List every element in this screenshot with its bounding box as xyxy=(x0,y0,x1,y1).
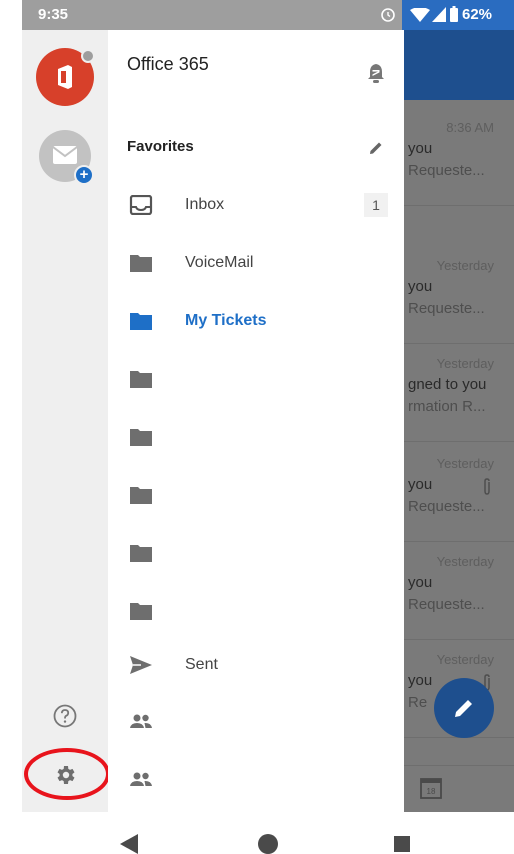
system-nav-bar xyxy=(0,812,514,854)
folder-label: VoiceMail xyxy=(185,254,254,271)
mail-app-bar xyxy=(404,30,514,100)
do-not-disturb-bell-icon[interactable] xyxy=(366,62,386,84)
compose-button[interactable] xyxy=(434,678,494,738)
unread-count-badge: 1 xyxy=(364,193,388,217)
folder-row-my-tickets[interactable]: My Tickets xyxy=(108,298,404,346)
message-item[interactable]: Yesterday you Requeste... xyxy=(404,446,514,542)
group-row[interactable] xyxy=(108,698,404,746)
message-subject: you xyxy=(408,476,433,493)
message-preview: Requeste... xyxy=(408,596,485,613)
message-time: Yesterday xyxy=(436,652,494,667)
add-account-avatar[interactable]: + xyxy=(39,130,94,185)
mail-icon xyxy=(53,146,77,164)
folder-row[interactable] xyxy=(108,530,404,578)
folder-icon xyxy=(130,603,152,620)
edit-favorites-pencil-icon[interactable] xyxy=(368,140,384,156)
message-time: Yesterday xyxy=(436,258,494,273)
battery-icon xyxy=(450,6,458,22)
message-subject: you xyxy=(408,574,433,591)
message-subject: you xyxy=(408,140,433,157)
folder-row[interactable] xyxy=(108,588,404,636)
attachment-icon xyxy=(484,478,490,495)
send-icon xyxy=(130,656,152,674)
message-item[interactable]: Yesterday you Requeste... xyxy=(404,248,514,344)
account-status-dot xyxy=(81,49,95,63)
folder-label: Inbox xyxy=(185,196,225,213)
folder-icon xyxy=(130,313,152,330)
compose-pencil-icon xyxy=(455,700,472,717)
folder-icon xyxy=(130,371,152,388)
calendar-icon[interactable]: 18 xyxy=(420,777,442,799)
back-icon[interactable] xyxy=(120,834,138,854)
status-time: 9:35 xyxy=(38,6,69,23)
group-icon xyxy=(130,772,152,786)
message-item[interactable]: Yesterday gned to you rmation R... xyxy=(404,346,514,442)
folder-row[interactable] xyxy=(108,414,404,462)
wifi-icon xyxy=(410,8,430,22)
office365-account-avatar[interactable] xyxy=(36,48,95,106)
group-icon xyxy=(130,714,152,728)
folder-row[interactable] xyxy=(108,472,404,520)
message-list-scrim[interactable]: 8:36 AM you Requeste... Yesterday you Re… xyxy=(404,30,514,812)
status-bar: 9:35 62% xyxy=(22,0,514,30)
account-title: Office 365 xyxy=(127,54,209,74)
message-preview: Requeste... xyxy=(408,162,485,179)
folder-icon xyxy=(130,487,152,504)
folder-row-voicemail[interactable]: VoiceMail xyxy=(108,240,404,288)
battery-percent: 62% xyxy=(462,6,493,23)
message-subject: gned to you xyxy=(408,376,487,393)
folder-icon xyxy=(130,255,152,272)
folder-drawer: Office 365 Favorites Inbox 1 VoiceMail M… xyxy=(108,30,404,812)
folder-label: Sent xyxy=(185,656,218,673)
folder-icon xyxy=(130,429,152,446)
favorites-header: Favorites xyxy=(127,138,194,155)
add-icon: + xyxy=(74,165,94,185)
message-time: Yesterday xyxy=(436,456,494,471)
message-item[interactable]: 8:36 AM you Requeste... xyxy=(404,110,514,206)
alarm-icon xyxy=(381,8,395,22)
message-time: Yesterday xyxy=(436,356,494,371)
help-icon[interactable] xyxy=(53,704,77,728)
folder-row-sent[interactable]: Sent xyxy=(108,642,404,690)
account-rail: + xyxy=(22,30,110,812)
message-subject: you xyxy=(408,278,433,295)
home-icon[interactable] xyxy=(258,834,278,854)
message-time: 8:36 AM xyxy=(446,120,494,135)
inbox-icon xyxy=(129,195,153,215)
group-row[interactable] xyxy=(108,756,404,804)
message-time: Yesterday xyxy=(436,554,494,569)
message-preview: Re xyxy=(408,694,428,711)
folder-row[interactable] xyxy=(108,356,404,404)
message-subject: you xyxy=(408,672,433,689)
message-preview: Requeste... xyxy=(408,498,485,515)
calendar-day: 18 xyxy=(427,787,436,796)
message-item[interactable]: Yesterday you Requeste... xyxy=(404,544,514,640)
folder-row-inbox[interactable]: Inbox 1 xyxy=(108,182,404,230)
office-logo-icon xyxy=(58,65,72,89)
signal-icon xyxy=(432,7,446,22)
settings-highlight-circle xyxy=(24,748,110,800)
folder-icon xyxy=(130,545,152,562)
recent-apps-icon[interactable] xyxy=(394,836,410,852)
folder-label: My Tickets xyxy=(185,312,267,329)
message-preview: rmation R... xyxy=(408,398,486,415)
message-preview: Requeste... xyxy=(408,300,485,317)
